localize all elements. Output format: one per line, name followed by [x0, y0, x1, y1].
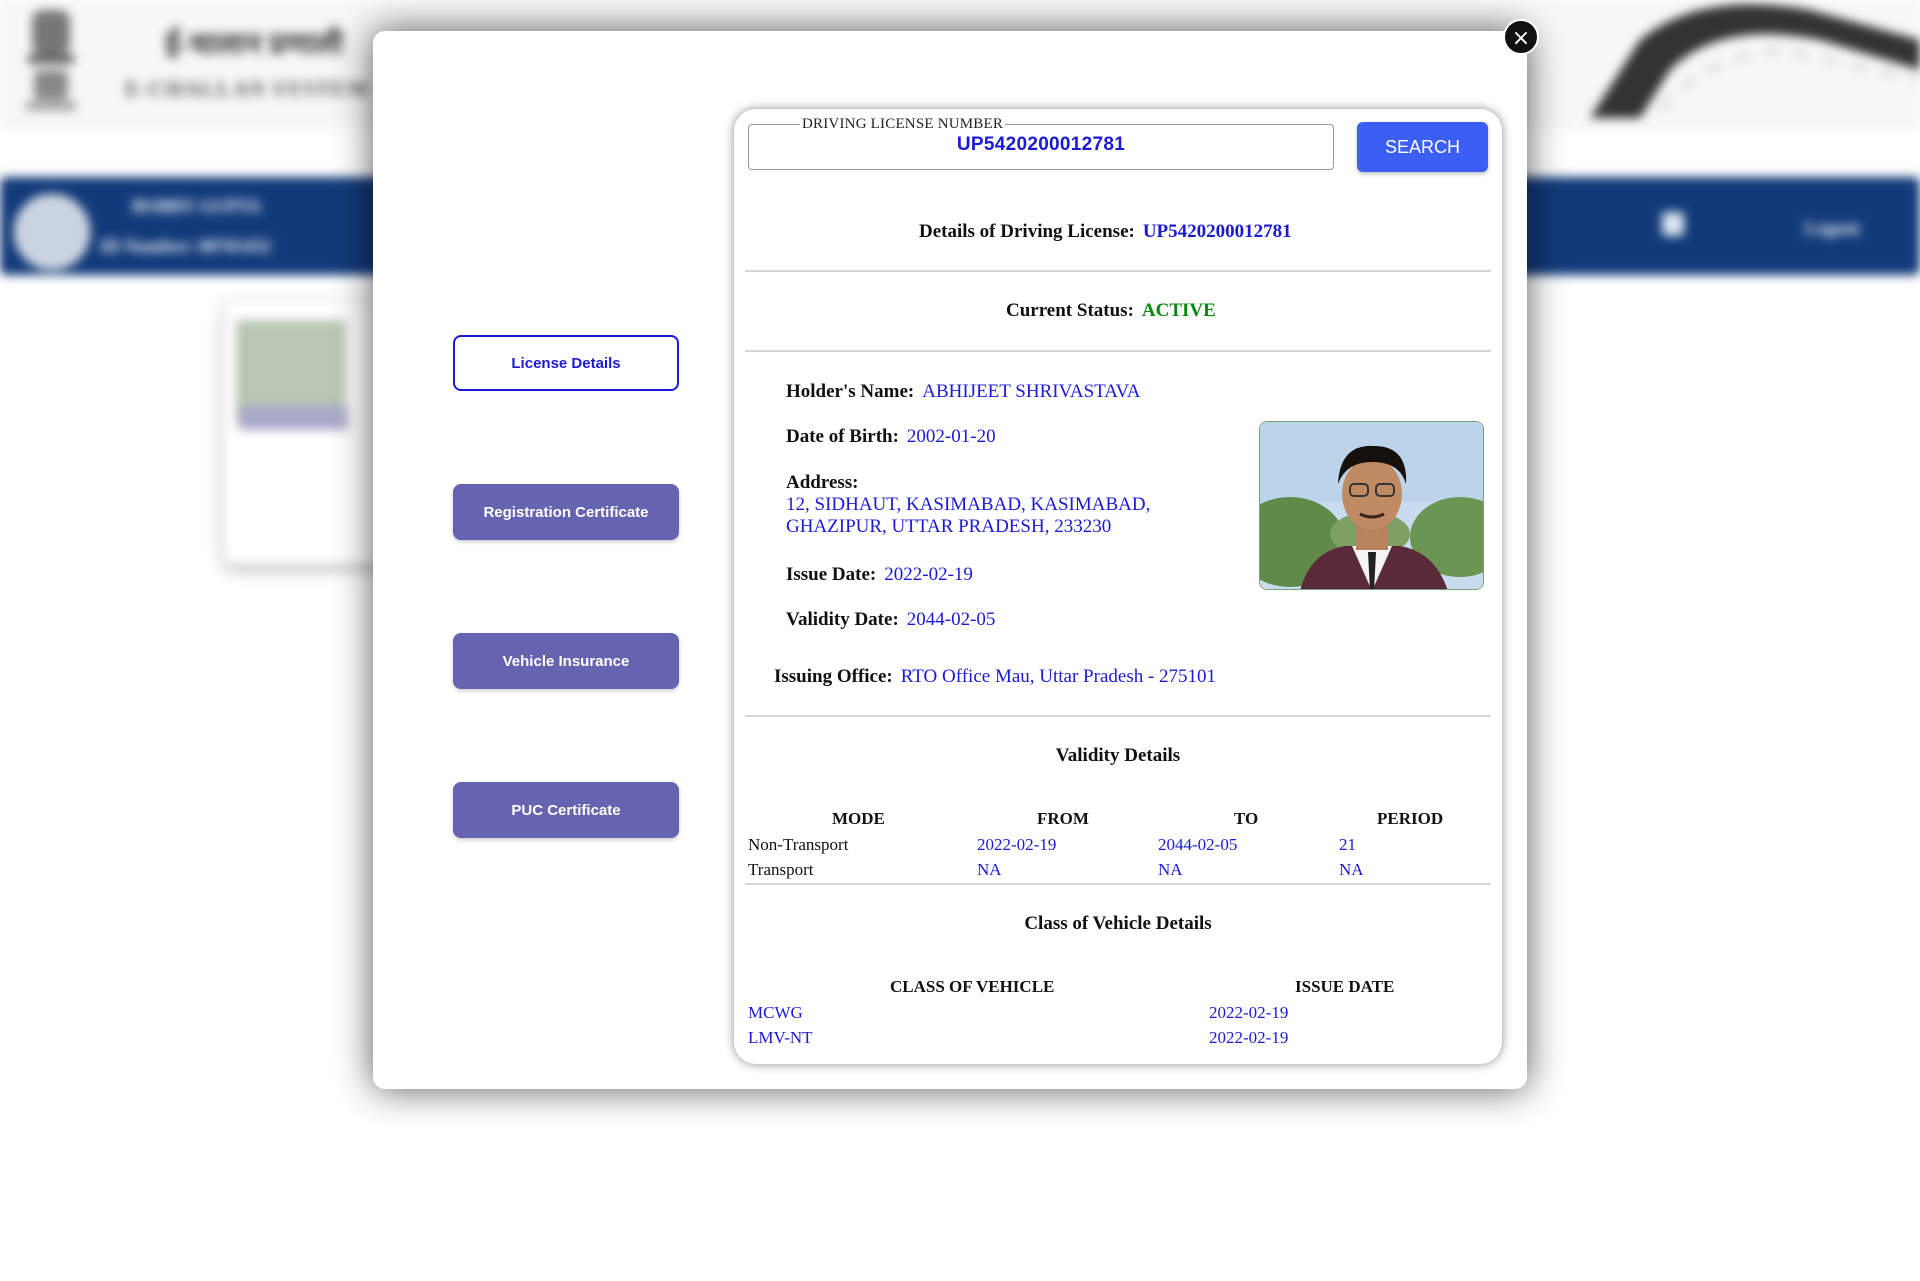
validity-row-mode: Transport	[748, 860, 814, 879]
logout-link: Logout	[1805, 218, 1861, 238]
registration-certificate-button[interactable]: Registration Certificate	[453, 484, 679, 540]
address-line-2: GHAZIPUR, UTTAR PRADESH, 233230	[786, 516, 1112, 537]
address: Address: 12, SIDHAUT, KASIMABAD, KASIMAB…	[786, 472, 1150, 538]
issue-date-label: Issue Date:	[786, 564, 877, 585]
dob-label: Date of Birth:	[786, 426, 899, 447]
holder-name-label: Holder's Name:	[786, 381, 915, 402]
validity-header-from: FROM	[1037, 809, 1089, 828]
validity-header-mode: MODE	[832, 809, 885, 828]
issuing-office-label: Issuing Office:	[774, 666, 893, 687]
validity-row-from: 2022-02-19	[977, 835, 1057, 854]
class-row-vehicle: MCWG	[748, 1003, 803, 1022]
validity-date-value: 2044-02-05	[906, 609, 996, 630]
validity-row-to: 2044-02-05	[1158, 835, 1238, 854]
profile-card-badge	[238, 406, 348, 430]
puc-certificate-button[interactable]: PUC Certificate	[453, 782, 679, 838]
close-modal-button[interactable]: ×	[1503, 19, 1539, 55]
dob-value: 2002-01-20	[906, 426, 996, 447]
divider	[745, 883, 1491, 885]
issue-date: Issue Date: 2022-02-19	[786, 564, 973, 586]
holder-name: Holder's Name: ABHIJEET SHRIVASTAVA	[786, 381, 1141, 403]
issuing-office-value: RTO Office Mau, Uttar Pradesh - 275101	[900, 666, 1217, 687]
validity-row-to: NA	[1158, 860, 1183, 879]
highway-logo-icon	[1590, 4, 1920, 118]
license-heading-value: UP5420200012781	[1142, 221, 1292, 242]
officer-avatar	[14, 194, 90, 270]
notification-icon	[1662, 212, 1684, 236]
validity-date-label: Validity Date:	[786, 609, 899, 630]
vehicle-insurance-button[interactable]: Vehicle Insurance	[453, 633, 679, 689]
validity-row-from: NA	[977, 860, 1002, 879]
validity-row-period: 21	[1339, 835, 1356, 854]
current-status: Current Status: ACTIVE	[1006, 300, 1216, 322]
profile-card-photo	[236, 320, 346, 420]
class-of-vehicle-title: Class of Vehicle Details	[1024, 913, 1212, 934]
validity-header-period: PERIOD	[1377, 809, 1444, 828]
class-row-issue-date: 2022-02-19	[1209, 1003, 1289, 1022]
license-number-label: DRIVING LICENSE NUMBER	[800, 116, 1006, 133]
issue-date-value: 2022-02-19	[884, 564, 973, 585]
address-line-1: 12, SIDHAUT, KASIMABAD, KASIMABAD,	[786, 494, 1151, 515]
search-button[interactable]: SEARCH	[1357, 122, 1488, 172]
address-label: Address:	[786, 472, 859, 493]
validity-date: Validity Date: 2044-02-05	[786, 609, 995, 631]
validity-row-mode: Non-Transport	[748, 835, 849, 854]
class-row-vehicle: LMV-NT	[748, 1028, 813, 1047]
class-header-issue-date: ISSUE DATE	[1295, 977, 1395, 996]
site-title-hindi: ई-चालान प्रणाली	[165, 28, 344, 61]
divider	[745, 350, 1491, 352]
date-of-birth: Date of Birth: 2002-01-20	[786, 426, 996, 448]
class-row-issue-date: 2022-02-19	[1209, 1028, 1289, 1047]
holder-photo-image	[1260, 422, 1483, 589]
license-heading: Details of Driving License: UP5420200012…	[919, 221, 1292, 243]
officer-id: ID Number: 00765432	[100, 236, 271, 256]
holder-name-value: ABHIJEET SHRIVASTAVA	[922, 381, 1141, 402]
issuing-office: Issuing Office: RTO Office Mau, Uttar Pr…	[774, 666, 1216, 688]
validity-row-period: NA	[1339, 860, 1364, 879]
status-badge: ACTIVE	[1141, 300, 1216, 321]
officer-name: BOBBY GUPTA	[132, 196, 261, 216]
holder-photo	[1259, 421, 1484, 590]
license-details-button[interactable]: License Details	[453, 335, 679, 391]
class-header-vehicle: CLASS OF VEHICLE	[890, 977, 1055, 996]
validity-header-to: TO	[1234, 809, 1259, 828]
current-status-label: Current Status:	[1006, 300, 1134, 321]
validity-details-title: Validity Details	[1055, 745, 1181, 766]
license-heading-label: Details of Driving License:	[919, 221, 1135, 242]
license-number-value[interactable]: UP5420200012781	[748, 134, 1334, 156]
divider	[745, 270, 1491, 272]
divider	[745, 715, 1491, 717]
site-title-english: E-CHALLAN SYSTEM	[125, 76, 369, 101]
national-emblem-icon	[26, 10, 76, 110]
